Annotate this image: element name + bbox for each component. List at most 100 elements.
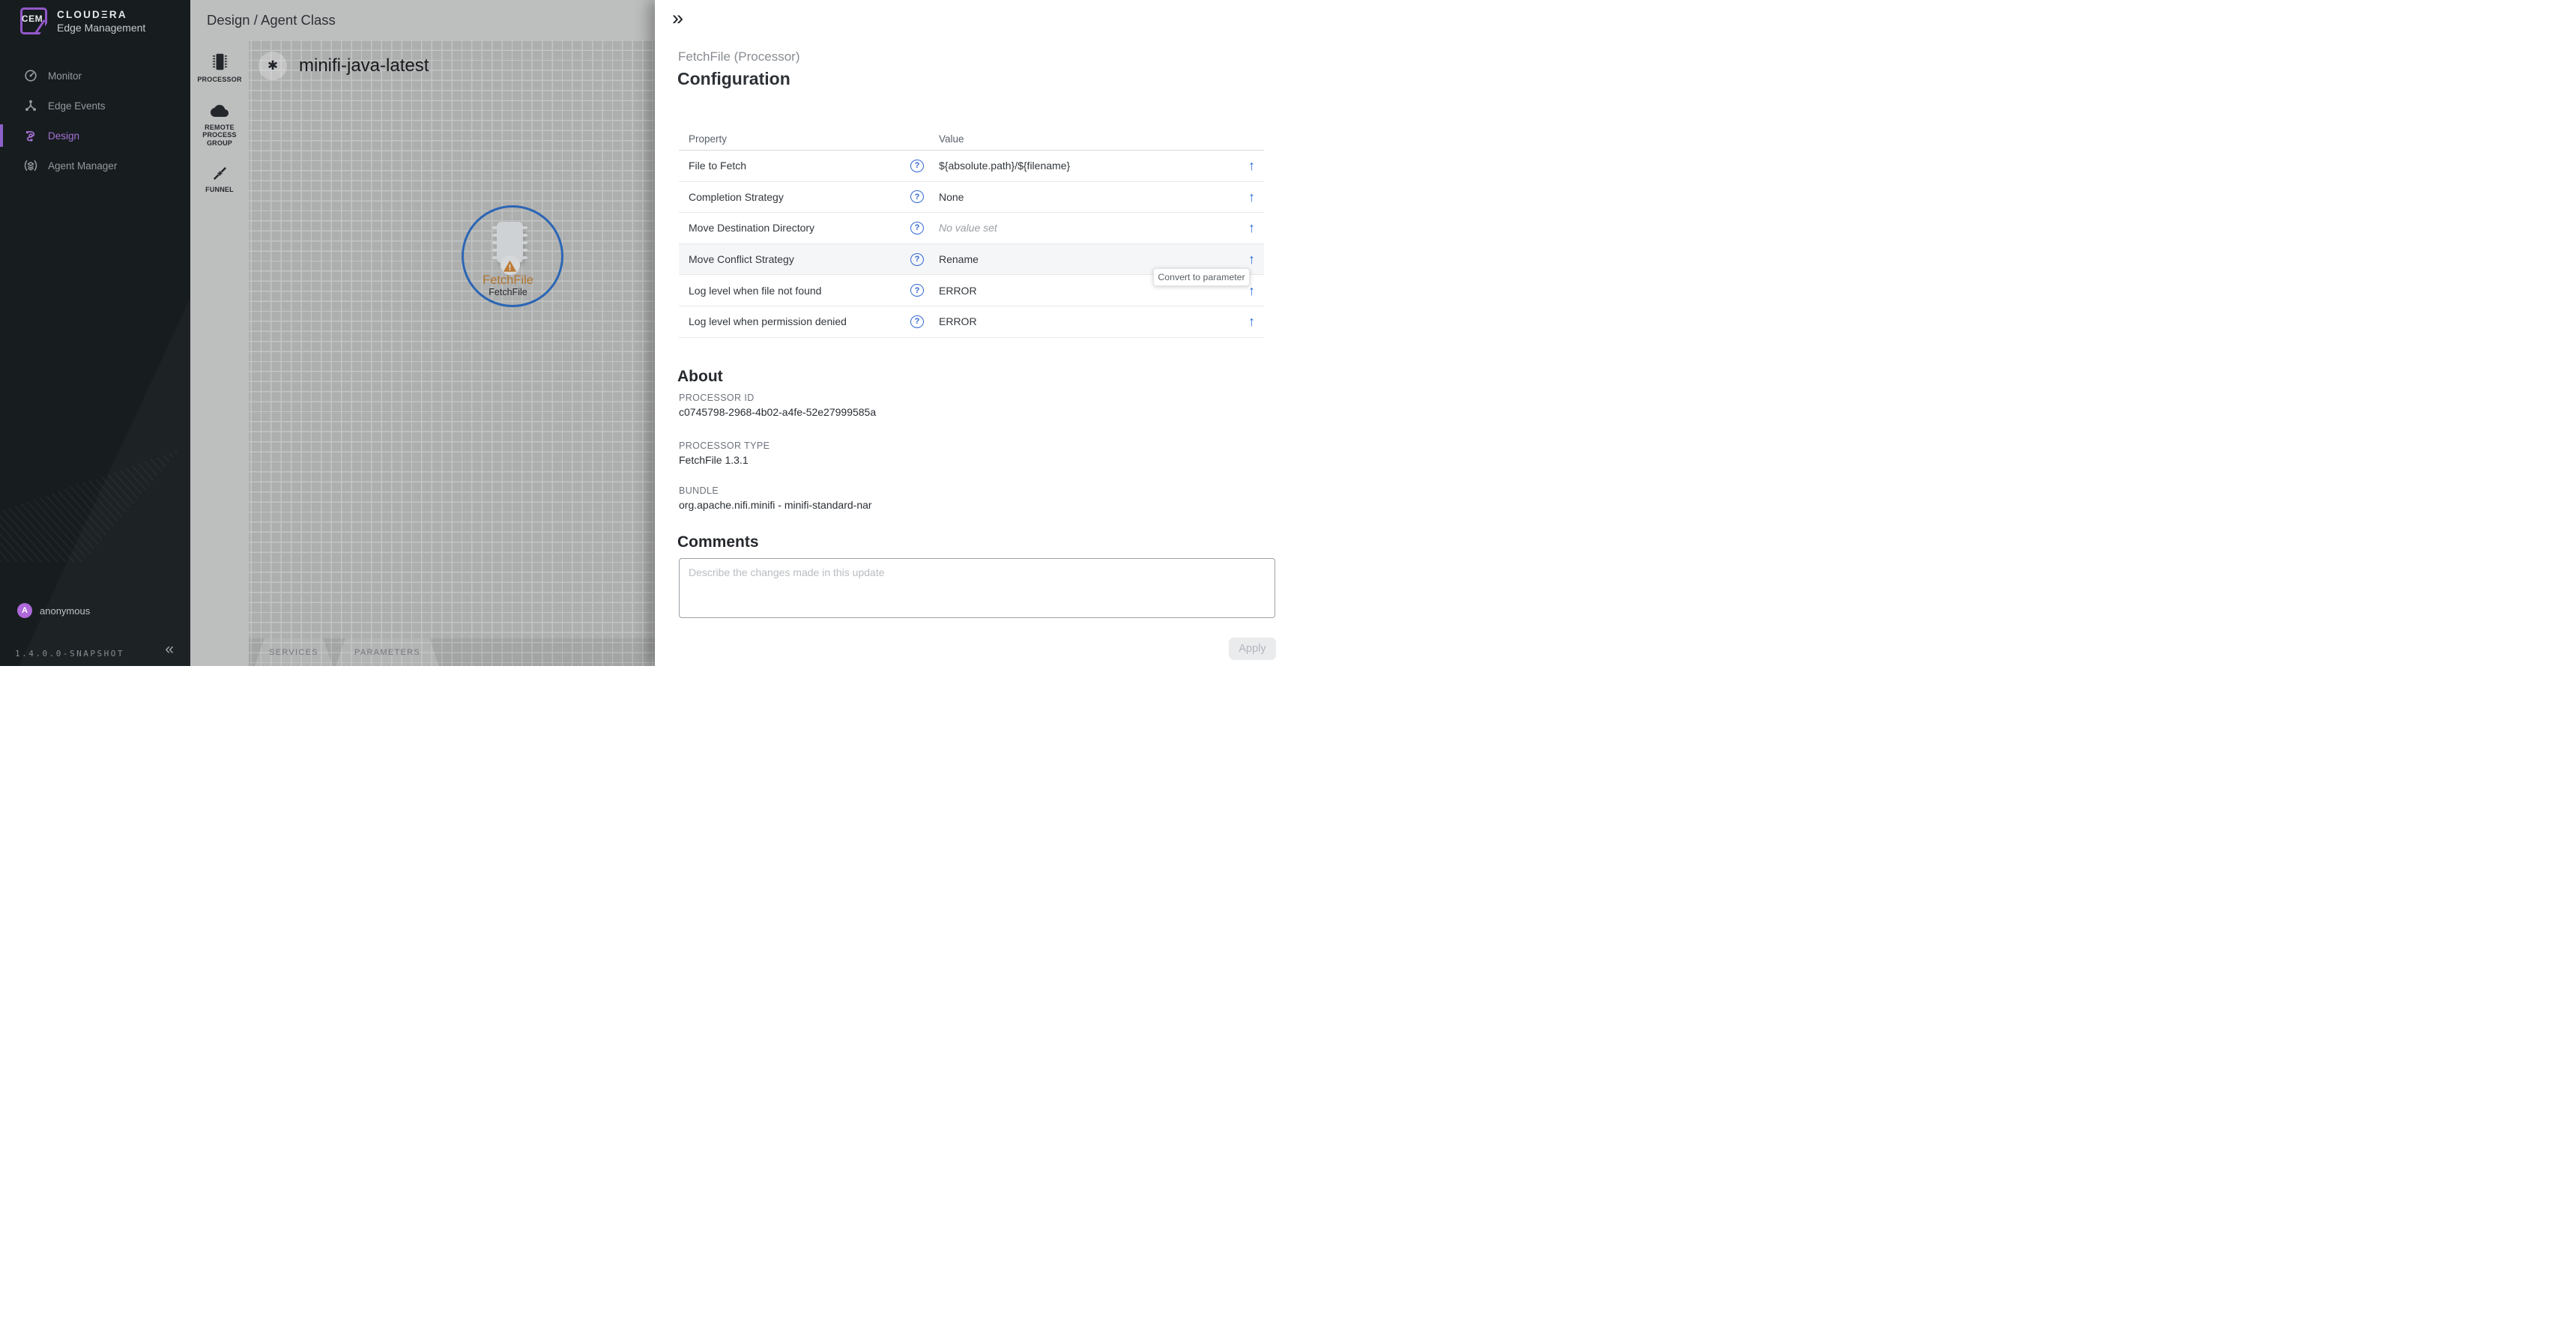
sidebar-item-monitor[interactable]: Monitor (0, 61, 190, 91)
palette-item-processor[interactable]: PROCESSOR (195, 52, 244, 84)
chip-pin (492, 241, 498, 244)
tooltip: Convert to parameter (1153, 268, 1250, 286)
brand-product: Edge Management (57, 22, 145, 34)
about-field-label: PROCESSOR ID (679, 393, 755, 403)
property-name: Move Conflict Strategy (689, 253, 910, 265)
component-palette: PROCESSOR REMOTE PROCESS GROUP FUNNEL (190, 40, 249, 666)
sidebar-item-label: Monitor (48, 70, 82, 82)
tab-label: PARAMETERS (354, 648, 420, 657)
palette-item-label: FUNNEL (195, 186, 244, 194)
table-row: Log level when permission denied? ERROR ↑ (679, 306, 1264, 338)
properties-table: Property Value File to Fetch? ${absolute.… (679, 127, 1264, 338)
cloud-icon (208, 102, 231, 120)
property-name: Log level when file not found (689, 285, 910, 297)
brand-name: CLOUDΞRA (57, 9, 145, 20)
chip-pin (522, 241, 528, 244)
chip-icon (210, 52, 230, 72)
tab-label: SERVICES (269, 648, 318, 657)
panel-title: Configuration (677, 69, 790, 89)
flow-icon (23, 128, 38, 143)
logo-acronym: CEM (22, 13, 43, 24)
palette-item-remote-process-group[interactable]: REMOTE PROCESS GROUP (195, 102, 244, 148)
property-value[interactable]: None (939, 191, 964, 203)
convert-to-parameter-icon[interactable]: ↑ (1248, 284, 1255, 297)
comments-input[interactable] (679, 558, 1275, 618)
sidebar-collapse-icon[interactable]: « (165, 641, 174, 657)
chip-pin (522, 249, 528, 252)
property-value[interactable]: No value set (939, 222, 997, 234)
tab-services[interactable]: SERVICES (255, 638, 333, 666)
about-field-value: org.apache.nifi.minifi - minifi-standard… (679, 499, 872, 511)
configuration-panel: » FetchFile (Processor) Configuration Pr… (655, 0, 1288, 666)
convert-to-parameter-icon[interactable]: ↑ (1248, 252, 1255, 266)
sidebar-item-edge-events[interactable]: Edge Events (0, 91, 190, 121)
convert-to-parameter-icon[interactable]: ↑ (1248, 221, 1255, 234)
gauge-icon (23, 68, 38, 83)
chip-pin (492, 226, 498, 229)
palette-item-label: PROCESSOR (195, 76, 244, 84)
about-field-value: c0745798-2968-4b02-a4fe-52e27999585a (679, 406, 876, 418)
panel-collapse-icon[interactable]: » (672, 7, 683, 30)
convert-to-parameter-icon[interactable]: ↑ (1248, 315, 1255, 328)
sidebar: CEM CLOUDΞRA Edge Management Monitor Edge… (0, 0, 190, 666)
help-icon[interactable]: ? (910, 190, 924, 203)
about-field-value: FetchFile 1.3.1 (679, 454, 749, 466)
processor-node-fetchfile[interactable]: FetchFile FetchFile (462, 205, 563, 307)
value-column-header: Value (939, 133, 964, 145)
help-icon[interactable]: ? (910, 222, 924, 234)
chip-pin (522, 226, 528, 229)
unsaved-changes-icon: ✱ (258, 52, 287, 80)
property-value[interactable]: ERROR (939, 315, 977, 327)
user-name: anonymous (40, 605, 90, 617)
node-name-label: FetchFile (459, 287, 557, 297)
about-field-label: PROCESSOR TYPE (679, 441, 770, 451)
help-icon[interactable]: ? (910, 315, 924, 328)
sidebar-item-label: Agent Manager (48, 160, 117, 172)
table-header-row: Property Value (679, 127, 1264, 151)
hub-icon (23, 98, 38, 113)
user-row[interactable]: A anonymous (17, 603, 90, 618)
sidebar-nav: Monitor Edge Events Design Agent Manager (0, 61, 190, 181)
flow-title-row: ✱ minifi-java-latest (258, 52, 429, 80)
panel-context-label: FetchFile (Processor) (678, 49, 799, 64)
convert-to-parameter-icon[interactable]: ↑ (1248, 190, 1255, 204)
sidebar-item-label: Edge Events (48, 100, 106, 112)
sidebar-item-agent-manager[interactable]: Agent Manager (0, 151, 190, 181)
layers-icon (23, 158, 38, 173)
palette-item-label: REMOTE PROCESS GROUP (195, 124, 244, 148)
property-value[interactable]: ${absolute.path}/${filename} (939, 160, 1070, 172)
property-name: Log level when permission denied (689, 315, 910, 327)
property-value[interactable]: ERROR (939, 285, 977, 297)
help-icon[interactable]: ? (910, 284, 924, 297)
property-column-header: Property (689, 133, 910, 145)
cem-logo-icon: CEM (20, 7, 47, 34)
avatar: A (17, 603, 32, 618)
convert-to-parameter-icon[interactable]: ↑ (1248, 159, 1255, 172)
chip-pin (492, 256, 498, 259)
chip-pin (492, 234, 498, 237)
app-logo: CEM CLOUDΞRA Edge Management (20, 7, 145, 34)
help-icon[interactable]: ? (910, 253, 924, 266)
node-type-label: FetchFile (459, 274, 557, 287)
table-row: Completion Strategy? None ↑ (679, 182, 1264, 214)
sidebar-item-design[interactable]: Design (0, 121, 190, 151)
table-row: File to Fetch? ${absolute.path}/${filenam… (679, 151, 1264, 182)
flow-title: minifi-java-latest (299, 55, 429, 76)
app-screen: CEM CLOUDΞRA Edge Management Monitor Edge… (0, 0, 1288, 666)
version-label: 1.4.0.0-SNAPSHOT (15, 649, 124, 659)
property-name: Move Destination Directory (689, 222, 910, 234)
property-name: Completion Strategy (689, 191, 910, 203)
sidebar-item-label: Design (48, 130, 79, 142)
help-icon[interactable]: ? (910, 160, 924, 172)
property-value[interactable]: Rename (939, 253, 979, 265)
chip-pin (522, 234, 528, 237)
palette-item-funnel[interactable]: FUNNEL (195, 165, 244, 194)
about-field-label: BUNDLE (679, 485, 719, 496)
chip-pin (492, 249, 498, 252)
chip-pin (522, 256, 528, 259)
property-name: File to Fetch (689, 160, 910, 172)
apply-button[interactable]: Apply (1229, 638, 1276, 660)
tab-parameters[interactable]: PARAMETERS (336, 638, 439, 666)
table-row: Move Destination Directory? No value set ↑ (679, 213, 1264, 244)
comments-title: Comments (677, 533, 759, 551)
